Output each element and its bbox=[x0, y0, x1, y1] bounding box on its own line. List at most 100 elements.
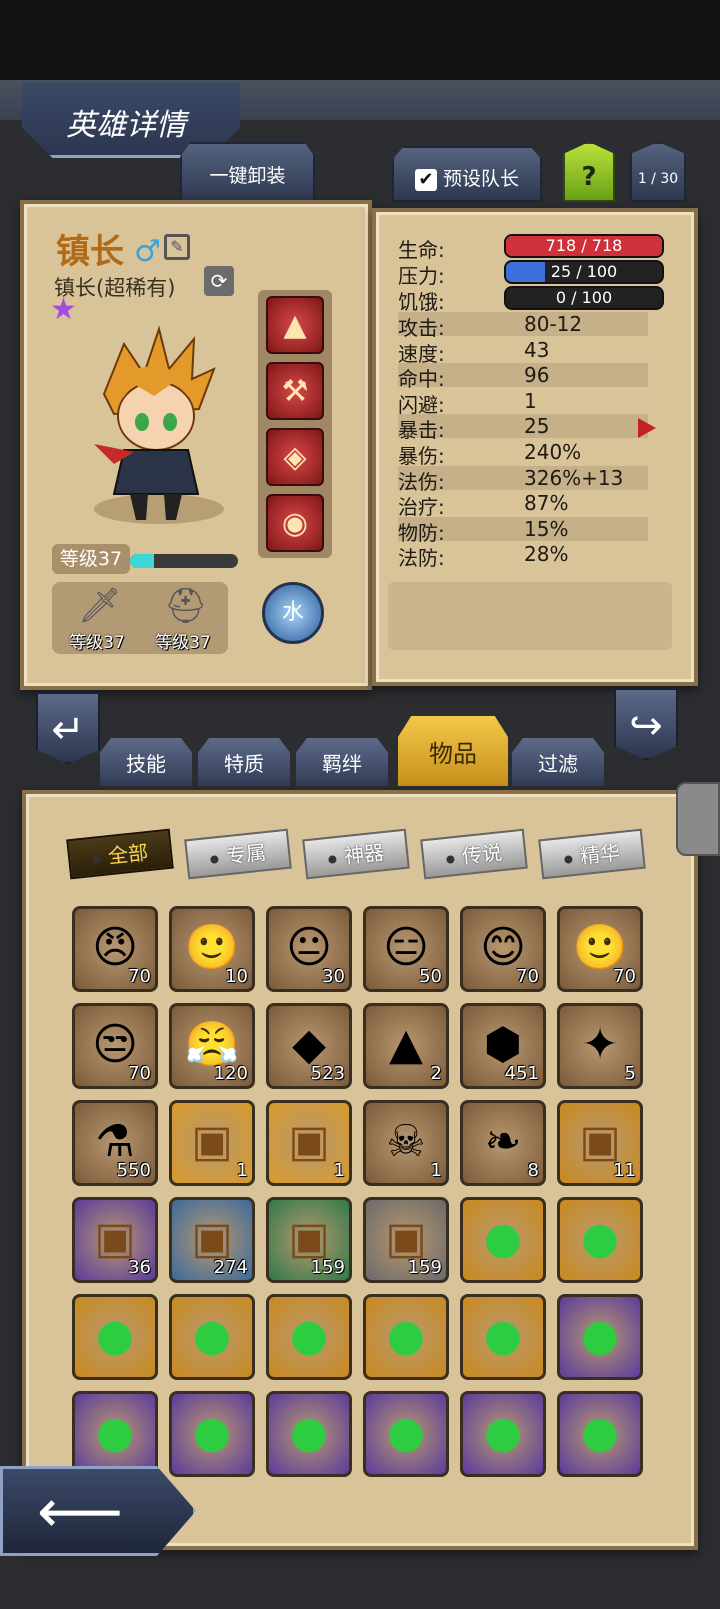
item-count: 274 bbox=[213, 1257, 248, 1278]
prev-hero-button[interactable]: ↵ bbox=[36, 692, 100, 764]
stat-row: 法防: 28% bbox=[398, 542, 648, 570]
inventory-slot[interactable]: ▣ 1 bbox=[169, 1100, 255, 1186]
inventory-slot[interactable]: ● bbox=[460, 1391, 546, 1477]
inventory-slot[interactable]: 😊 70 bbox=[460, 906, 546, 992]
status-bar bbox=[0, 0, 720, 80]
inventory-slot[interactable]: ▣ 159 bbox=[266, 1197, 352, 1283]
filter-chip[interactable]: 神器 bbox=[302, 828, 410, 880]
unequip-all-button[interactable]: 一键卸装 bbox=[180, 142, 315, 202]
dot-icon bbox=[445, 854, 455, 864]
inventory-slot[interactable]: 😐 30 bbox=[266, 906, 352, 992]
inventory-slot[interactable]: 😒 70 bbox=[72, 1003, 158, 1089]
stats-footer bbox=[388, 582, 672, 650]
inventory-slot[interactable]: ● bbox=[169, 1391, 255, 1477]
item-count: 8 bbox=[527, 1160, 539, 1181]
inventory-slot[interactable]: 🙂 10 bbox=[169, 906, 255, 992]
side-drawer-tab[interactable] bbox=[676, 782, 720, 856]
inventory-slot[interactable]: ✦ 5 bbox=[557, 1003, 643, 1089]
inventory-slot[interactable]: ☠ 1 bbox=[363, 1100, 449, 1186]
wizard-hat-icon[interactable]: ▲ bbox=[266, 296, 324, 354]
hp-value: 718 / 718 bbox=[545, 236, 623, 255]
inventory-slot[interactable]: ● bbox=[72, 1391, 158, 1477]
tab-2[interactable]: 羁绊 bbox=[296, 738, 388, 786]
inventory-slot[interactable]: ▲ 2 bbox=[363, 1003, 449, 1089]
stat-row: 法伤: 326%+13 bbox=[398, 465, 648, 494]
weapon-slot[interactable]: 🗡 等级37 bbox=[56, 582, 138, 654]
tab-1[interactable]: 特质 bbox=[198, 738, 290, 786]
item-count: 10 bbox=[225, 966, 248, 987]
filter-chip[interactable]: 全部 bbox=[66, 828, 174, 880]
stat-value: 87% bbox=[524, 491, 569, 516]
filter-label: 神器 bbox=[342, 840, 386, 869]
swap-class-icon[interactable]: ⟳ bbox=[204, 266, 234, 296]
tab-4[interactable]: 过滤 bbox=[512, 738, 604, 786]
item-count: 70 bbox=[128, 966, 151, 987]
stat-value: 96 bbox=[524, 363, 550, 388]
inventory-slot[interactable]: 😠 70 bbox=[72, 906, 158, 992]
golden-axe-icon[interactable]: ⚒ bbox=[266, 362, 324, 420]
tab-0[interactable]: 技能 bbox=[100, 738, 192, 786]
checkbox-icon[interactable]: ✔ bbox=[414, 168, 437, 191]
inventory-slot[interactable]: ● bbox=[460, 1197, 546, 1283]
inventory-slot[interactable]: ▣ 36 bbox=[72, 1197, 158, 1283]
filter-chip[interactable]: 传说 bbox=[420, 828, 528, 880]
inventory-slot[interactable]: 😑 50 bbox=[363, 906, 449, 992]
hp-bar: 718 / 718 bbox=[504, 234, 664, 258]
inventory-slot[interactable]: ● bbox=[557, 1294, 643, 1380]
filter-chip[interactable]: 专属 bbox=[184, 828, 292, 880]
inventory-slot[interactable]: 🙂 70 bbox=[557, 906, 643, 992]
exp-fill bbox=[130, 554, 154, 568]
element-water-icon[interactable]: 水 bbox=[262, 582, 324, 644]
filter-label: 全部 bbox=[106, 840, 150, 869]
prev-hero-icon: ↵ bbox=[51, 707, 85, 753]
hero-portrait bbox=[94, 325, 216, 520]
inventory-slot[interactable]: ● bbox=[266, 1294, 352, 1380]
dot-icon bbox=[327, 854, 337, 864]
item-count: 1 bbox=[430, 1160, 442, 1181]
inventory-slot[interactable]: ▣ 1 bbox=[266, 1100, 352, 1186]
green-orb-icon: ● bbox=[580, 1407, 620, 1458]
inventory-slot[interactable]: ● bbox=[363, 1391, 449, 1477]
stats-panel: 生命: 718 / 718 压力: 25 / 100 饥饿: 0 / 100 攻… bbox=[372, 208, 698, 686]
help-button[interactable]: ? bbox=[563, 142, 615, 202]
inventory-slot[interactable]: ⚗ 550 bbox=[72, 1100, 158, 1186]
stat-value: 43 bbox=[524, 337, 550, 362]
item-count: 1 bbox=[333, 1160, 345, 1181]
stat-label: 压力: bbox=[398, 264, 445, 288]
inventory-slot[interactable]: ▣ 11 bbox=[557, 1100, 643, 1186]
edit-name-icon[interactable]: ✎ bbox=[164, 234, 190, 260]
inventory-slot[interactable]: ▣ 274 bbox=[169, 1197, 255, 1283]
armor-slot[interactable]: ⛑ 等级37 bbox=[142, 582, 224, 654]
back-arrow-icon: ⟵ bbox=[37, 1477, 124, 1547]
item-count: 5 bbox=[624, 1063, 636, 1084]
inventory-slot[interactable]: ▣ 159 bbox=[363, 1197, 449, 1283]
inventory-slot[interactable]: ● bbox=[460, 1294, 546, 1380]
inventory-slot[interactable]: ● bbox=[266, 1391, 352, 1477]
inventory-slot[interactable]: ● bbox=[169, 1294, 255, 1380]
filter-chip[interactable]: 精华 bbox=[538, 828, 646, 880]
inventory-slot[interactable]: ● bbox=[72, 1294, 158, 1380]
roster-count-button[interactable]: 1 / 30 bbox=[630, 142, 686, 202]
preset-captain-toggle[interactable]: ✔ 预设队长 bbox=[392, 146, 542, 202]
tab-3[interactable]: 物品 bbox=[398, 716, 508, 786]
next-hero-button[interactable]: ↪ bbox=[614, 688, 678, 760]
item-count: 120 bbox=[213, 1063, 248, 1084]
filter-label: 精华 bbox=[578, 840, 622, 869]
dot-icon bbox=[563, 854, 573, 864]
dot-icon bbox=[91, 854, 101, 864]
inventory-slot[interactable]: ◆ 523 bbox=[266, 1003, 352, 1089]
back-button[interactable]: ⟵ bbox=[0, 1466, 196, 1556]
inventory-slot[interactable]: 😤 120 bbox=[169, 1003, 255, 1089]
inventory-slot[interactable]: ● bbox=[557, 1197, 643, 1283]
inventory-slot[interactable]: ● bbox=[363, 1294, 449, 1380]
hero-name: 镇长 bbox=[56, 232, 124, 272]
ruby-amulet-icon[interactable]: ◉ bbox=[266, 494, 324, 552]
item-count: 30 bbox=[322, 966, 345, 987]
inventory-slot[interactable]: ⬢ 451 bbox=[460, 1003, 546, 1089]
helmet-icon: ⛑ bbox=[164, 586, 208, 626]
ruby-bracer-icon[interactable]: ◈ bbox=[266, 428, 324, 486]
expand-arrow-icon[interactable] bbox=[638, 418, 656, 438]
inventory-slot[interactable]: ● bbox=[557, 1391, 643, 1477]
stat-row: 闪避: 1 bbox=[398, 389, 648, 417]
inventory-slot[interactable]: ❧ 8 bbox=[460, 1100, 546, 1186]
